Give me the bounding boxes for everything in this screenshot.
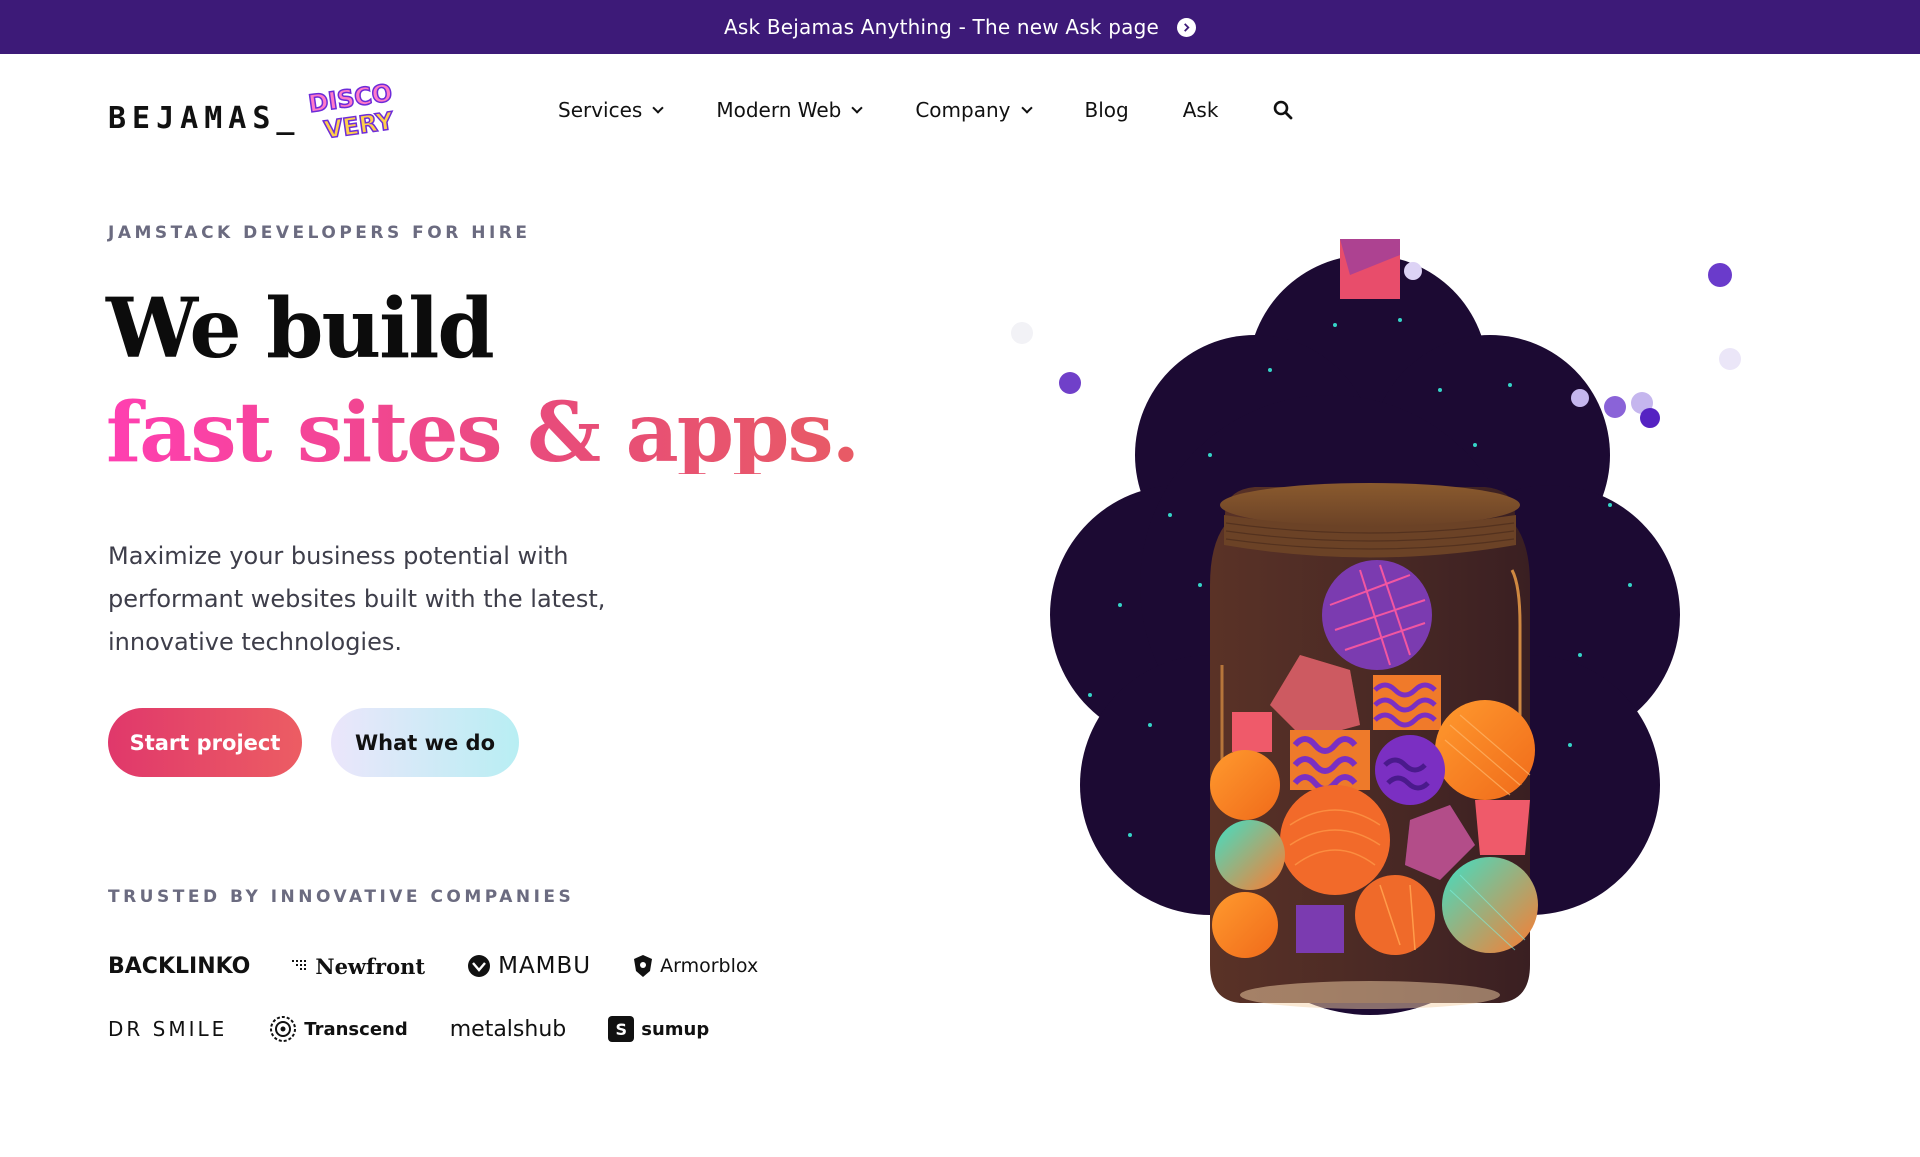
nav-item-modern-web[interactable]: Modern Web bbox=[716, 98, 864, 122]
hero-title-line1: We build bbox=[106, 281, 495, 377]
client-name: DR SMILE bbox=[108, 1017, 228, 1041]
hero-lead: Maximize your business potential with pe… bbox=[108, 542, 606, 656]
client-name: sumup bbox=[641, 1018, 710, 1040]
nav-item-ask[interactable]: Ask bbox=[1183, 98, 1219, 122]
transcend-logo: Transcend bbox=[269, 1015, 408, 1043]
discovery-badge: DISCO VERY bbox=[303, 78, 407, 157]
client-name: Armorblox bbox=[660, 955, 759, 977]
client-name: MAMBU bbox=[498, 953, 592, 979]
what-we-do-button[interactable]: What we do bbox=[331, 708, 519, 777]
arrow-right-icon[interactable] bbox=[1177, 17, 1196, 37]
nav-item-services[interactable]: Services bbox=[558, 98, 665, 122]
nav-label: Services bbox=[558, 98, 643, 122]
space-jar-illustration bbox=[1011, 239, 1741, 1015]
metalshub-logo: metalshub bbox=[450, 1017, 567, 1042]
banner-text[interactable]: Ask Bejamas Anything - The new Ask page bbox=[724, 15, 1159, 39]
client-logo-row: BACKLINKO Newfront MAMBU Armorblox bbox=[108, 950, 768, 982]
client-name: BACKLINKO bbox=[108, 953, 251, 979]
client-name: Transcend bbox=[304, 1018, 408, 1040]
client-name: metalshub bbox=[449, 1016, 567, 1042]
chevron-down-icon bbox=[652, 101, 665, 114]
chevron-down-icon bbox=[851, 101, 864, 114]
shield-icon bbox=[634, 955, 653, 977]
client-logo-row: DR SMILE Transcend metalshub S sumup bbox=[108, 1013, 768, 1045]
client-logos: BACKLINKO Newfront MAMBU Armorblox DR SM… bbox=[108, 950, 768, 1076]
hero-title-line2: fast sites & apps. bbox=[106, 385, 860, 481]
nav-item-company[interactable]: Company bbox=[915, 98, 1033, 122]
nav-item-blog[interactable]: Blog bbox=[1085, 98, 1129, 122]
start-project-button[interactable]: Start project bbox=[108, 708, 302, 777]
armorblox-logo: Armorblox bbox=[633, 954, 758, 978]
nav-label: Modern Web bbox=[716, 98, 842, 122]
site-logo[interactable]: BEJAMAS_ DISCO VERY bbox=[108, 78, 403, 150]
drsmile-logo: DR SMILE bbox=[108, 1017, 227, 1041]
sumup-logo: S sumup bbox=[608, 1016, 709, 1042]
mambu-mark-icon bbox=[468, 955, 491, 977]
hero-illustration bbox=[970, 225, 1770, 1035]
trusted-heading: TRUSTED BY INNOVATIVE COMPANIES bbox=[108, 887, 575, 907]
main-nav: Services Modern Web Company Blog Ask bbox=[558, 98, 1294, 122]
chevron-down-icon bbox=[1020, 101, 1033, 114]
newfront-logo: Newfront bbox=[292, 954, 425, 979]
mambu-logo: MAMBU bbox=[467, 953, 591, 979]
nav-label: Ask bbox=[1182, 98, 1219, 122]
nav-label: Company bbox=[915, 98, 1011, 122]
transcend-mark-icon bbox=[270, 1016, 297, 1042]
hero-eyebrow: JAMSTACK DEVELOPERS FOR HIRE bbox=[108, 223, 531, 243]
announcement-banner[interactable]: Ask Bejamas Anything - The new Ask page bbox=[0, 0, 1920, 54]
client-name: Newfront bbox=[315, 953, 426, 979]
sumup-mark-icon: S bbox=[608, 1016, 635, 1042]
search-icon[interactable] bbox=[1272, 99, 1294, 121]
backlinko-logo: BACKLINKO bbox=[108, 954, 250, 979]
nav-label: Blog bbox=[1084, 98, 1129, 122]
newfront-mark-icon bbox=[292, 960, 307, 970]
logo-wordmark: BEJAMAS_ bbox=[108, 100, 301, 136]
